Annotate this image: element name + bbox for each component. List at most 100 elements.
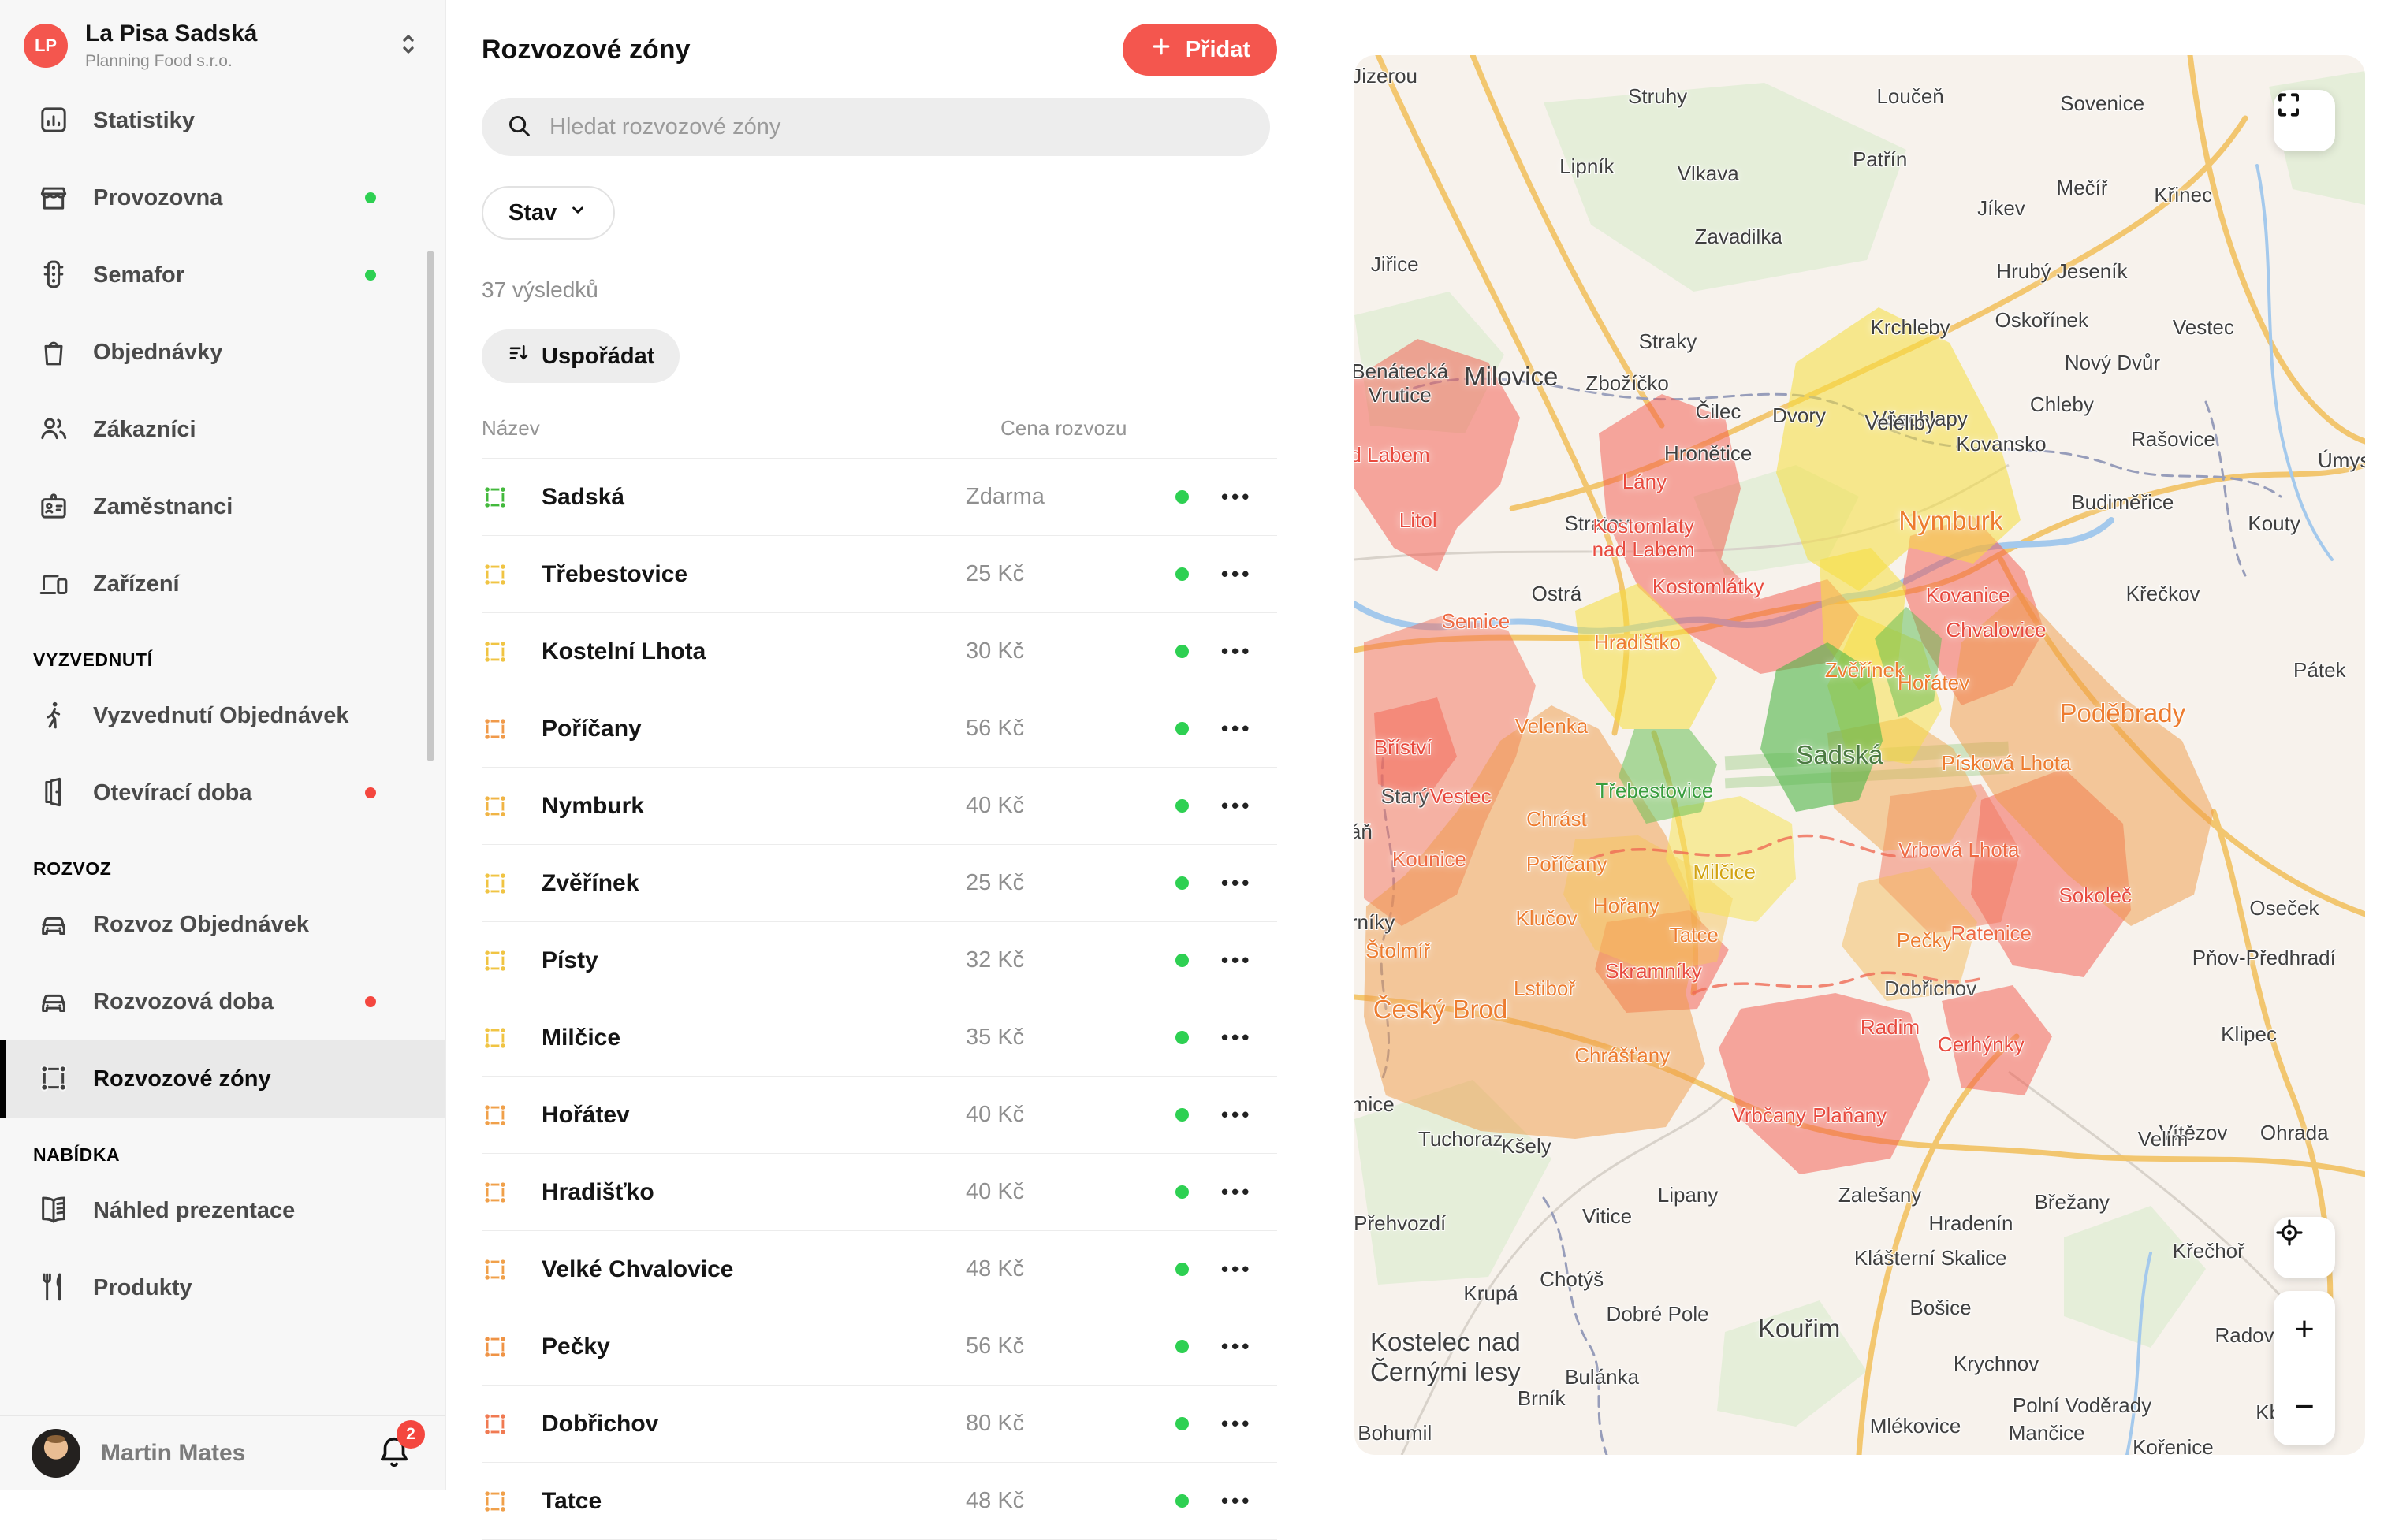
zone-menu-button[interactable]: ••• — [1221, 1025, 1252, 1050]
status-dot-red — [365, 787, 376, 798]
status-filter[interactable]: Stav — [482, 186, 615, 240]
zone-row-velké-chvalovice[interactable]: Velké Chvalovice48 Kč••• — [482, 1231, 1277, 1308]
zone-price: 56 Kč — [966, 716, 1024, 742]
map-label-krchleby: Krchleby — [1871, 316, 1950, 340]
zone-menu-button[interactable]: ••• — [1221, 871, 1252, 895]
map-label-chrášťany: Chrášťany — [1574, 1044, 1670, 1068]
sidebar-item-zařízení[interactable]: Zařízení — [0, 545, 445, 623]
zone-menu-button[interactable]: ••• — [1221, 1334, 1252, 1359]
zone-menu-button[interactable]: ••• — [1221, 794, 1252, 818]
zone-polygon-icon — [482, 1334, 508, 1360]
zone-menu-button[interactable]: ••• — [1221, 1412, 1252, 1436]
sort-button[interactable]: Uspořádat — [482, 329, 680, 383]
map-label-starý: Starý — [1381, 785, 1429, 809]
map-label-sovenice: Sovenice — [2060, 92, 2144, 116]
sidebar-item-provozovna[interactable]: Provozovna — [0, 159, 445, 236]
sidebar-item-statistiky[interactable]: Statistiky — [0, 82, 445, 159]
delivery-zones-map[interactable]: nad JizerouStruhyLoučeňSovenicePatřínLip… — [1354, 55, 2365, 1455]
idbadge-icon — [38, 490, 71, 523]
zone-row-kostelní-lhota[interactable]: Kostelní Lhota 30 Kč ••• — [482, 613, 1277, 690]
zone-price: 48 Kč — [966, 1256, 1024, 1282]
map-label-krychnov: Krychnov — [1954, 1352, 2039, 1376]
zoom-out-button[interactable]: − — [2274, 1368, 2335, 1445]
map-label-oseček: Oseček — [2249, 897, 2319, 921]
zone-menu-button[interactable]: ••• — [1221, 1103, 1252, 1127]
map-label-skramníky: Skramníky — [1605, 960, 1702, 984]
notifications-button[interactable]: 2 — [376, 1433, 414, 1474]
sidebar-item-vyzvednutí-objednávek[interactable]: Vyzvednutí Objednávek — [0, 677, 445, 754]
zone-row-poříčany[interactable]: Poříčany56 Kč••• — [482, 690, 1277, 768]
section-header-vyzvednutí: VYZVEDNUTÍ — [33, 649, 445, 671]
zone-menu-button[interactable]: ••• — [1221, 716, 1252, 741]
zone-menu-button[interactable]: ••• — [1221, 1489, 1252, 1513]
zone-name: Kostelní Lhota — [542, 638, 706, 665]
zone-row-písty[interactable]: Písty32 Kč••• — [482, 922, 1277, 999]
zone-menu-button[interactable]: ••• — [1221, 485, 1252, 509]
book-icon — [38, 1194, 71, 1227]
restaurant-subtitle: Planning Food s.r.o. — [85, 51, 257, 71]
sidebar-item-rozvozová-doba[interactable]: Rozvozová doba — [0, 963, 445, 1040]
zone-row-hořátev[interactable]: Hořátev40 Kč••• — [482, 1077, 1277, 1154]
zone-row-třebestovice[interactable]: Třebestovice25 Kč••• — [482, 536, 1277, 613]
user-name: Martin Mates — [101, 1440, 245, 1467]
sidebar-item-semafor[interactable]: Semafor — [0, 236, 445, 314]
zone-menu-button[interactable]: ••• — [1221, 1180, 1252, 1204]
results-count: 37 výsledků — [482, 277, 1277, 303]
restaurant-avatar: LP — [24, 24, 68, 68]
sidebar-item-objednávky[interactable]: Objednávky — [0, 314, 445, 391]
zone-row-nymburk[interactable]: Nymburk40 Kč••• — [482, 768, 1277, 845]
map-label-mečíř: Mečíř — [2057, 177, 2108, 200]
map-label-budiměřice: Budiměřice — [2071, 491, 2174, 515]
zone-row-tatce[interactable]: Tatce48 Kč••• — [482, 1463, 1277, 1540]
zone-name: Pečky — [542, 1334, 610, 1360]
zone-row-hradišťko[interactable]: Hradišťko40 Kč••• — [482, 1154, 1277, 1231]
map-label-litol: Litol — [1399, 509, 1437, 533]
zone-price: 30 Kč — [966, 638, 1024, 664]
locate-button[interactable] — [2274, 1217, 2335, 1278]
sort-icon — [507, 341, 531, 371]
map-label-vestec: Vestec — [2173, 316, 2234, 340]
map-label-černíky: Černíky — [1354, 911, 1395, 935]
fullscreen-button[interactable] — [2274, 90, 2335, 151]
sidebar-item-label: Rozvozové zóny — [93, 1066, 271, 1092]
map-label-kovanice: Kovanice — [1926, 584, 2010, 608]
sidebar-item-náhled-prezentace[interactable]: Náhled prezentace — [0, 1172, 445, 1249]
sidebar-item-produkty[interactable]: Produkty — [0, 1249, 445, 1326]
user-menu[interactable]: Martin Mates 2 — [0, 1415, 445, 1490]
map-label-chvalovice: Chvalovice — [1946, 619, 2046, 642]
map-label-hradenín: Hradenín — [1929, 1212, 2013, 1236]
zone-menu-button[interactable]: ••• — [1221, 562, 1252, 586]
sidebar-item-rozvozové-zóny[interactable]: Rozvozové zóny — [0, 1040, 445, 1118]
sidebar-scrollbar[interactable] — [427, 251, 434, 761]
zone-menu-button[interactable]: ••• — [1221, 1257, 1252, 1281]
sidebar-item-zákazníci[interactable]: Zákazníci — [0, 391, 445, 468]
zone-menu-button[interactable]: ••• — [1221, 948, 1252, 973]
map-label-křečhoř: Křečhoř — [2173, 1241, 2244, 1264]
sidebar-item-rozvoz-objednávek[interactable]: Rozvoz Objednávek — [0, 886, 445, 963]
zone-row-sadská[interactable]: SadskáZdarma••• — [482, 459, 1277, 536]
zone-row-milčice[interactable]: Milčice35 Kč••• — [482, 999, 1277, 1077]
zone-name: Hradišťko — [542, 1179, 654, 1206]
sidebar-item-otevírací-doba[interactable]: Otevírací doba — [0, 754, 445, 831]
restaurant-switcher[interactable]: LP La Pisa Sadská Planning Food s.r.o. — [0, 0, 445, 82]
sidebar-item-label: Produkty — [93, 1275, 192, 1301]
zone-row-zvěřínek[interactable]: Zvěřínek25 Kč••• — [482, 845, 1277, 922]
polygon-icon — [38, 1062, 71, 1095]
map-label-křečkov: Křečkov — [2126, 582, 2200, 606]
zone-row-dobřichov[interactable]: Dobřichov80 Kč••• — [482, 1386, 1277, 1463]
add-zone-button[interactable]: Přidat — [1123, 24, 1277, 76]
search-input[interactable] — [549, 114, 1246, 140]
zone-polygon-icon — [482, 870, 508, 897]
zoom-in-button[interactable]: + — [2274, 1291, 2335, 1368]
zone-row-pečky[interactable]: Pečky56 Kč••• — [482, 1308, 1277, 1386]
search-bar[interactable] — [482, 98, 1270, 156]
sidebar-item-zaměstnanci[interactable]: Zaměstnanci — [0, 468, 445, 545]
map-label-kounice: Kounice — [1392, 848, 1466, 872]
map-label-kovansko: Kovansko — [1956, 433, 2046, 456]
zone-menu-button[interactable]: ••• — [1221, 639, 1252, 664]
map-label-kouty: Kouty — [2248, 512, 2300, 536]
map-label-přehvozdí: Přehvozdí — [1354, 1212, 1446, 1236]
map-label-třebestovice: Třebestovice — [1596, 779, 1713, 803]
map-label-jiřice: Jiřice — [1371, 253, 1419, 277]
bell-icon — [376, 1462, 412, 1475]
